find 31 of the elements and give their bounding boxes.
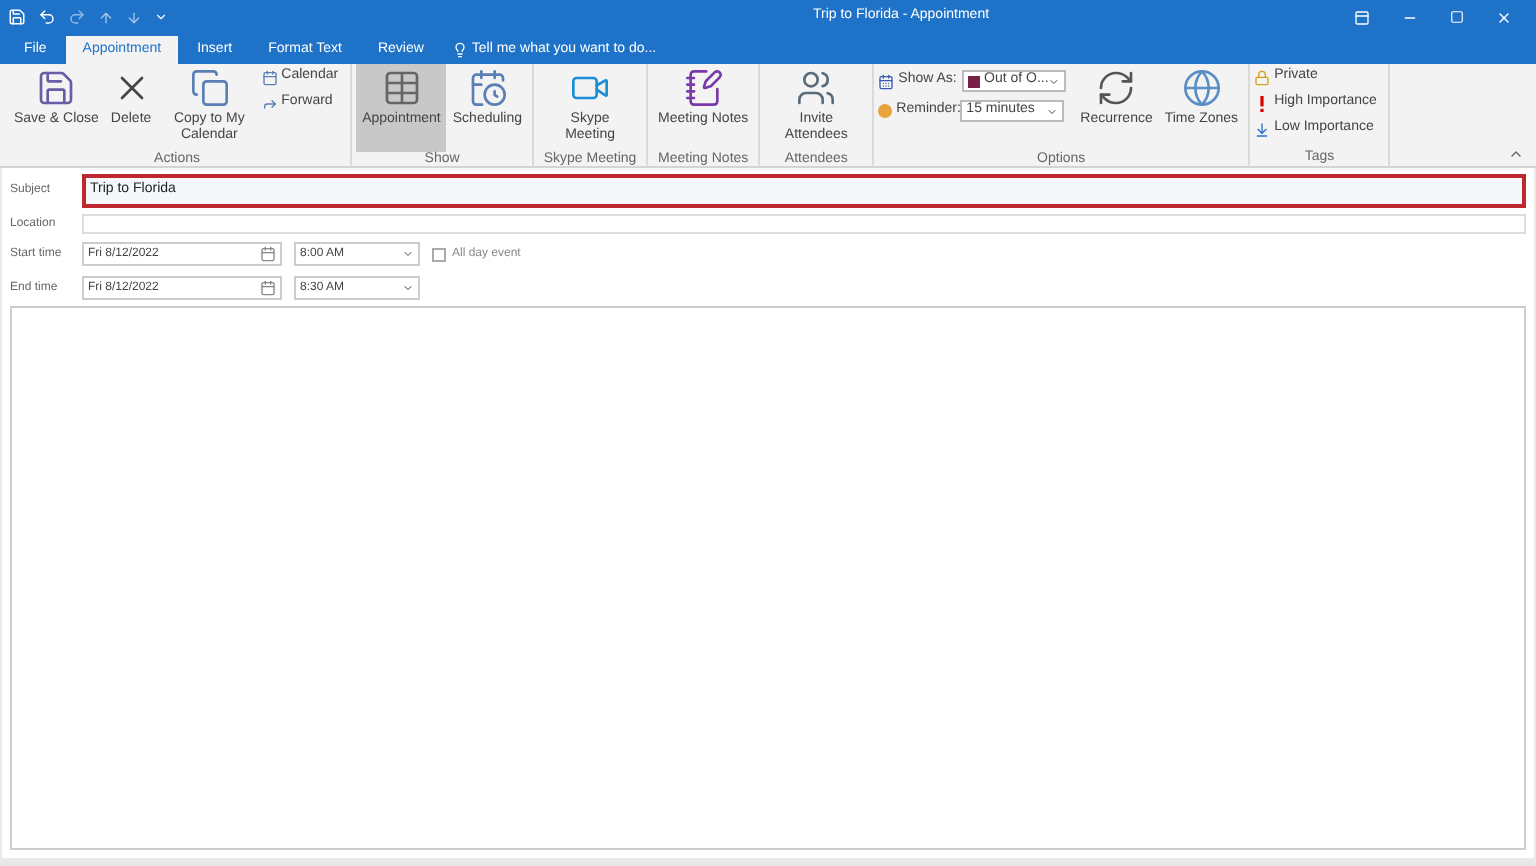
- maximize-icon[interactable]: [1450, 10, 1464, 24]
- save-icon: [36, 68, 77, 108]
- notebook-icon: [683, 68, 724, 108]
- undo-icon[interactable]: [38, 8, 56, 26]
- customize-icon[interactable]: [154, 10, 168, 24]
- calendar-clock-icon: [467, 68, 508, 108]
- calendar-icon: [260, 280, 276, 296]
- calendar-icon: [260, 246, 276, 262]
- calendar-icon: [261, 69, 278, 85]
- down-arrow-icon: [1254, 121, 1271, 137]
- forward-icon: [261, 95, 278, 111]
- close-icon[interactable]: [1496, 9, 1512, 25]
- ribbon-display-icon[interactable]: [1354, 9, 1370, 25]
- save-icon[interactable]: [8, 8, 26, 26]
- caret-icon: [402, 282, 414, 294]
- globe-icon: [1181, 68, 1222, 108]
- collapse-ribbon-icon[interactable]: [1508, 146, 1524, 162]
- caret-icon: [1048, 75, 1061, 87]
- down-arrow-icon[interactable]: [126, 9, 142, 25]
- caret-icon: [1046, 105, 1059, 117]
- copy-icon: [189, 68, 230, 108]
- calendar-icon: [878, 73, 895, 89]
- people-icon: [796, 68, 837, 108]
- caret-icon: [402, 248, 414, 260]
- lightbulb-icon: [451, 42, 468, 58]
- location-field[interactable]: [82, 214, 1526, 234]
- refresh-icon: [1096, 68, 1137, 108]
- calendar-grid-icon: [381, 68, 422, 108]
- lock-icon: [1254, 69, 1271, 85]
- up-arrow-icon[interactable]: [98, 9, 114, 25]
- exclamation-icon: [1258, 95, 1267, 111]
